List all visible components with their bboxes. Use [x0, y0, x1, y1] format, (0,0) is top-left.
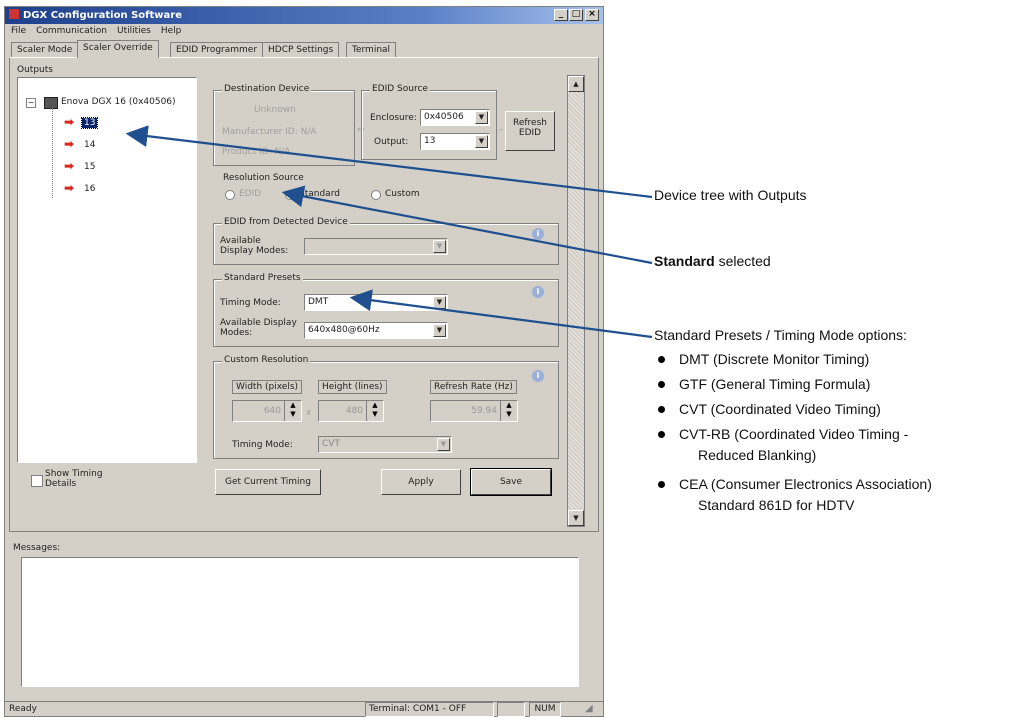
bullet-dot-icon: [658, 356, 665, 363]
bullet-cvt-rb-continued: Reduced Blanking): [698, 447, 817, 463]
arrow-to-standard-radio: [281, 185, 653, 265]
annotation-device-tree: Device tree with Outputs: [654, 187, 807, 203]
annotation-standard: Standard selected: [654, 253, 771, 269]
bullet-dot-icon: [658, 381, 665, 388]
annotation-standard-rest: selected: [714, 253, 771, 269]
annotation-standard-bold: Standard: [654, 253, 715, 269]
arrow-to-timing-mode: [349, 289, 653, 339]
annotation-presets-title: Standard Presets / Timing Mode options:: [654, 327, 907, 343]
arrow-to-device-tree: [125, 125, 653, 199]
tab-scaler-override[interactable]: Scaler Override: [77, 40, 159, 58]
bullet-cea-continued: Standard 861D for HDTV: [698, 497, 855, 513]
bullet-dot-icon: [658, 481, 665, 488]
bullet-dot-icon: [658, 406, 665, 413]
bullet-dot-icon: [658, 431, 665, 438]
